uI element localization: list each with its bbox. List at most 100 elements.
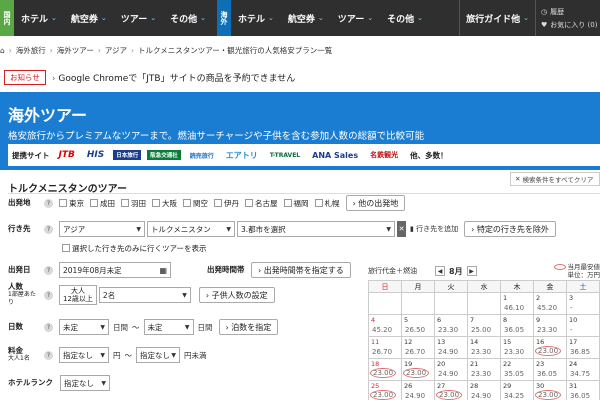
breadcrumb-item[interactable]: 海外旅行 xyxy=(16,45,46,56)
calendar-day[interactable]: 5 26.50 xyxy=(402,315,435,337)
checkbox[interactable] xyxy=(62,244,70,252)
calendar-day[interactable]: 15 23.30 xyxy=(501,337,534,359)
calendar-day[interactable]: 12 26.70 xyxy=(402,337,435,359)
departure-checkbox-sapporo[interactable]: 札幌 xyxy=(314,198,340,209)
calendar-day[interactable]: 6 23.30 xyxy=(435,315,468,337)
exclude-destination-button[interactable]: › 特定の行き先を除外 xyxy=(464,221,556,237)
nav-intl-hotel[interactable]: ホテル ⌄ xyxy=(231,0,281,36)
only-selected-checkbox[interactable]: 選択した行き先のみに行くツアーを表示 xyxy=(62,243,207,254)
home-icon[interactable]: ⌂ xyxy=(0,46,5,55)
nav-domestic-other[interactable]: その他 ⌄ xyxy=(163,0,213,36)
price-to-select[interactable]: 指定なし ▼ xyxy=(136,347,180,363)
calendar-day[interactable]: 7 25.00 xyxy=(468,315,501,337)
checkbox[interactable] xyxy=(245,199,253,207)
calendar-day[interactable]: 4 45.20 xyxy=(369,315,402,337)
help-icon[interactable]: ? xyxy=(44,198,53,208)
nav-domestic-hotel[interactable]: ホテル ⌄ xyxy=(14,0,64,36)
departure-checkbox-narita[interactable]: 成田 xyxy=(90,198,115,209)
nav-intl-other[interactable]: その他 ⌄ xyxy=(380,0,430,36)
prev-month-button[interactable]: ◀ xyxy=(435,266,445,276)
other-departure-button[interactable]: › 他の出発地 xyxy=(345,195,406,211)
checkbox[interactable] xyxy=(59,199,67,207)
hotel-rank-select[interactable]: 指定なし ▼ xyxy=(60,375,110,391)
calendar-day[interactable]: 31 36.05 xyxy=(567,381,600,400)
nav-domestic-tour[interactable]: ツアー ⌄ xyxy=(114,0,163,36)
checkbox[interactable] xyxy=(183,199,191,207)
breadcrumb-item[interactable]: 海外ツアー xyxy=(57,45,94,56)
departure-checkbox-haneda[interactable]: 羽田 xyxy=(121,198,146,209)
calendar-day[interactable]: 18 23.00 xyxy=(369,359,402,381)
departure-time-button[interactable]: › 出発時間帯を指定する xyxy=(251,262,351,278)
child-settings-button[interactable]: › 子供人数の設定 xyxy=(198,287,275,303)
favorites-link[interactable]: ♥ お気に入り (0) xyxy=(541,20,600,30)
region-select[interactable]: アジア ▼ xyxy=(59,221,145,237)
checkbox[interactable] xyxy=(314,199,323,207)
calendar-day[interactable]: 2 45.20 xyxy=(534,293,567,315)
chevron-down-icon: ▼ xyxy=(182,291,187,299)
departure-checkbox-nagoya[interactable]: 名古屋 xyxy=(245,198,278,209)
next-month-button[interactable]: ▶ xyxy=(466,266,477,276)
clear-conditions-button[interactable]: ✕ 検索条件をすべてクリア xyxy=(510,172,600,186)
calendar-day[interactable]: 21 23.30 xyxy=(468,359,501,381)
departure-checkbox-osaka[interactable]: 大阪 xyxy=(152,198,177,209)
calendar-day[interactable]: 1 46.10 xyxy=(501,293,534,315)
checkbox[interactable] xyxy=(121,199,129,207)
checkbox[interactable] xyxy=(283,199,292,207)
calendar-day[interactable]: 16 23.00 xyxy=(534,337,567,359)
departure-checkbox-tokyo[interactable]: 東京 xyxy=(59,198,84,209)
checkbox[interactable] xyxy=(152,199,160,207)
price-unit-to: 円未満 xyxy=(184,350,207,360)
days-to-select[interactable]: 未定 ▼ xyxy=(143,319,194,335)
calendar-day[interactable]: 17 36.85 xyxy=(567,337,600,359)
calendar-day[interactable]: 23 36.05 xyxy=(534,359,567,381)
calendar-day[interactable]: 22 35.05 xyxy=(501,359,534,381)
departure-checkbox-fukuoka[interactable]: 福岡 xyxy=(283,198,309,209)
calendar-day[interactable]: 10 - xyxy=(567,315,600,337)
adult-count-select[interactable]: 2名 ▼ xyxy=(98,287,191,303)
calendar-day[interactable]: 3- xyxy=(567,293,600,315)
calendar-day[interactable]: 30 23.00 xyxy=(534,381,567,400)
calendar-day[interactable]: 29 34.25 xyxy=(501,381,534,400)
calendar-day[interactable]: 25 23.00 xyxy=(369,381,402,400)
calendar-day[interactable]: 9 23.30 xyxy=(534,315,567,337)
partner-logos: 提携サイト JTB HIS 日本旅行 阪急交通社 読売旅行 エアトリ T-TRA… xyxy=(8,144,600,166)
calendar-day[interactable]: 13 24.90 xyxy=(435,337,468,359)
notice-link[interactable]: › Google Chromeで「JTB」サイトの商品を予約できません xyxy=(52,71,295,84)
calendar-day[interactable]: 8 36.05 xyxy=(501,315,534,337)
day-number: 12 xyxy=(404,338,413,346)
city-select[interactable]: 3.都市を選択 ▼ xyxy=(237,221,395,237)
help-icon[interactable]: ? xyxy=(44,224,53,234)
days-from-select[interactable]: 未定 ▼ xyxy=(59,319,109,335)
help-icon[interactable]: ? xyxy=(44,265,53,275)
nav-intl-air[interactable]: 航空券 ⌄ xyxy=(281,0,331,36)
help-icon[interactable]: ? xyxy=(44,350,53,360)
calendar-day[interactable]: 28 24.90 xyxy=(468,381,501,400)
calendar-day[interactable]: 14 23.30 xyxy=(468,337,501,359)
nav-domestic-air[interactable]: 航空券 ⌄ xyxy=(64,0,114,36)
nav-travel-guide[interactable]: 旅行ガイド他 ⌄ xyxy=(459,0,536,36)
button-label: 他の出発地 xyxy=(358,198,399,208)
calendar-day[interactable]: 20 24.90 xyxy=(435,359,468,381)
price-from-select[interactable]: 指定なし ▼ xyxy=(59,347,109,363)
help-icon[interactable]: ? xyxy=(44,322,53,332)
nav-intl-tour[interactable]: ツアー ⌄ xyxy=(331,0,380,36)
departure-checkbox-kanku[interactable]: 関空 xyxy=(183,198,208,209)
remove-destination-icon[interactable]: ✕ xyxy=(397,221,406,237)
add-destination-link[interactable]: ▮ 行き先を追加 xyxy=(410,224,458,234)
history-link[interactable]: ◷ 履歴 xyxy=(541,7,600,17)
country-select[interactable]: トルクメニスタン ▼ xyxy=(147,221,235,237)
calendar-day[interactable]: 26 24.90 xyxy=(402,381,435,400)
checkbox[interactable] xyxy=(90,199,98,207)
nav-label: その他 xyxy=(387,14,415,25)
calendar-day[interactable]: 11 26.70 xyxy=(369,337,402,359)
days-unit: 日間 xyxy=(197,322,213,332)
checkbox[interactable] xyxy=(214,199,222,207)
help-icon[interactable]: ? xyxy=(44,290,53,300)
calendar-day[interactable]: 24 34.75 xyxy=(567,359,600,381)
calendar-day[interactable]: 19 23.00 xyxy=(402,359,435,381)
departure-date-input[interactable]: 2019年08月未定 ▦ xyxy=(59,262,171,278)
nights-button[interactable]: › 泊数を指定 xyxy=(218,319,279,335)
breadcrumb-item[interactable]: アジア xyxy=(105,45,127,56)
departure-checkbox-itami[interactable]: 伊丹 xyxy=(214,198,239,209)
calendar-day[interactable]: 27 23.00 xyxy=(435,381,468,400)
